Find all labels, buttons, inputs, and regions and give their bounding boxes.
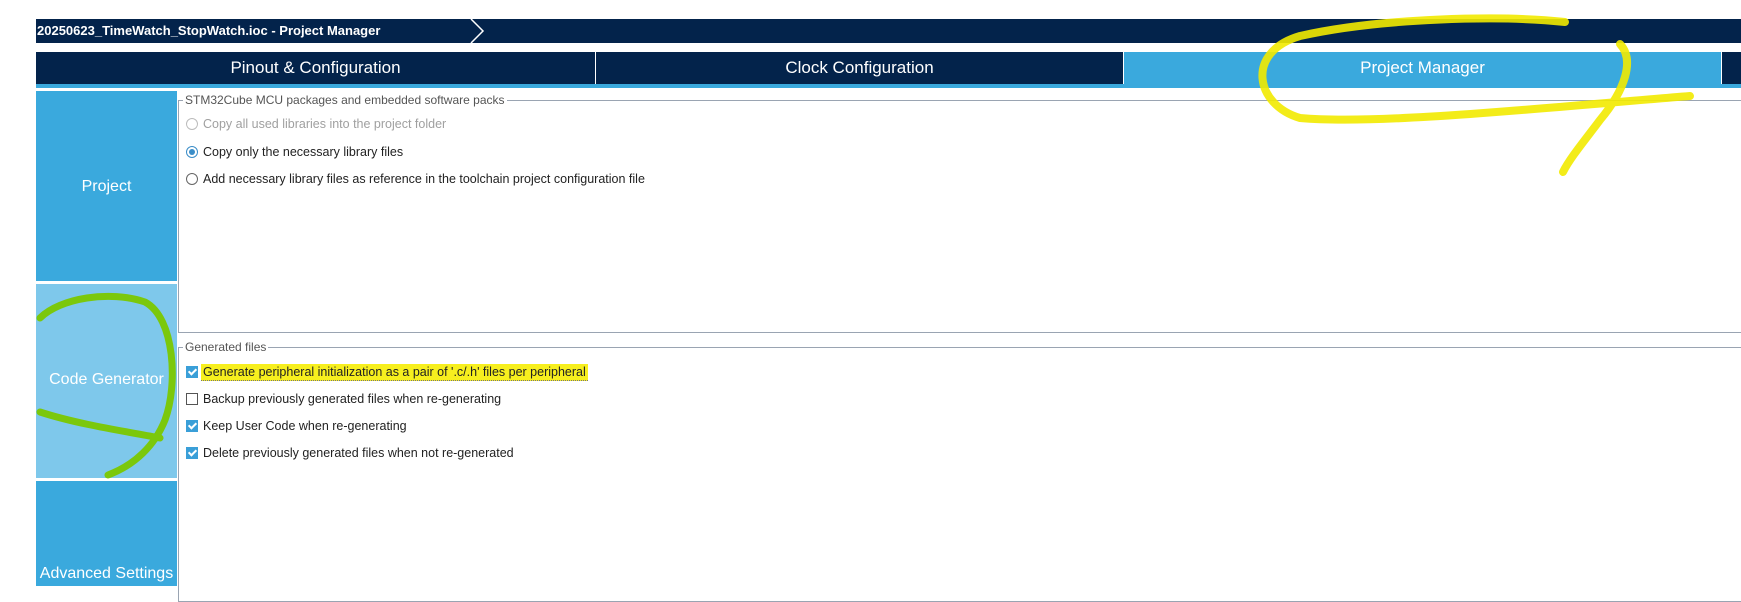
main-tabs: Pinout & Configuration Clock Configurati… <box>36 52 1741 84</box>
checkbox-checked-icon <box>186 366 198 378</box>
copy-all-libraries-radio[interactable]: Copy all used libraries into the project… <box>186 116 446 132</box>
option-label: Copy all used libraries into the project… <box>203 117 447 131</box>
tabs-underline <box>36 84 1741 88</box>
radio-selected-icon <box>186 146 198 158</box>
sidebar-item-code-generator[interactable]: Code Generator <box>36 284 177 478</box>
tab-overflow[interactable] <box>1721 52 1741 84</box>
radio-icon <box>186 173 198 185</box>
chevron-right-icon <box>470 19 485 43</box>
option-label: Delete previously generated files when n… <box>203 446 514 460</box>
checkbox-checked-icon <box>186 447 198 459</box>
tab-pinout-configuration[interactable]: Pinout & Configuration <box>36 52 596 84</box>
keep-user-code-checkbox[interactable]: Keep User Code when re-generating <box>186 418 407 434</box>
option-label: Generate peripheral initialization as a … <box>201 364 588 381</box>
tab-project-manager[interactable]: Project Manager <box>1124 52 1721 84</box>
sidebar-item-project[interactable]: Project <box>36 91 177 281</box>
sidebar-item-advanced-settings[interactable]: Advanced Settings <box>36 481 177 586</box>
sidebar-item-label: Project <box>81 178 132 195</box>
side-navigation: Project Code Generator Advanced Settings <box>36 88 177 586</box>
sidebar-item-label: Advanced Settings <box>39 565 174 582</box>
backup-generated-files-checkbox[interactable]: Backup previously generated files when r… <box>186 391 501 407</box>
option-label: Backup previously generated files when r… <box>203 392 502 406</box>
checkbox-icon <box>186 393 198 405</box>
delete-previous-files-checkbox[interactable]: Delete previously generated files when n… <box>186 445 514 461</box>
option-label: Add necessary library files as reference… <box>203 172 645 186</box>
add-library-reference-radio[interactable]: Add necessary library files as reference… <box>186 171 645 187</box>
tab-clock-configuration[interactable]: Clock Configuration <box>596 52 1124 84</box>
option-label: Copy only the necessary library files <box>203 145 404 159</box>
packages-legend: STM32Cube MCU packages and embedded soft… <box>185 93 505 107</box>
generated-files-legend: Generated files <box>185 340 267 354</box>
copy-necessary-libraries-radio[interactable]: Copy only the necessary library files <box>186 144 403 160</box>
breadcrumb[interactable]: 20250623_TimeWatch_StopWatch.ioc - Proje… <box>37 19 395 43</box>
radio-icon <box>186 118 198 130</box>
checkbox-checked-icon <box>186 420 198 432</box>
generate-peripheral-pairs-checkbox[interactable]: Generate peripheral initialization as a … <box>186 364 588 381</box>
breadcrumb-bar: 20250623_TimeWatch_StopWatch.ioc - Proje… <box>36 19 1741 43</box>
option-label: Keep User Code when re-generating <box>203 419 407 433</box>
sidebar-item-label: Code Generator <box>49 371 164 388</box>
